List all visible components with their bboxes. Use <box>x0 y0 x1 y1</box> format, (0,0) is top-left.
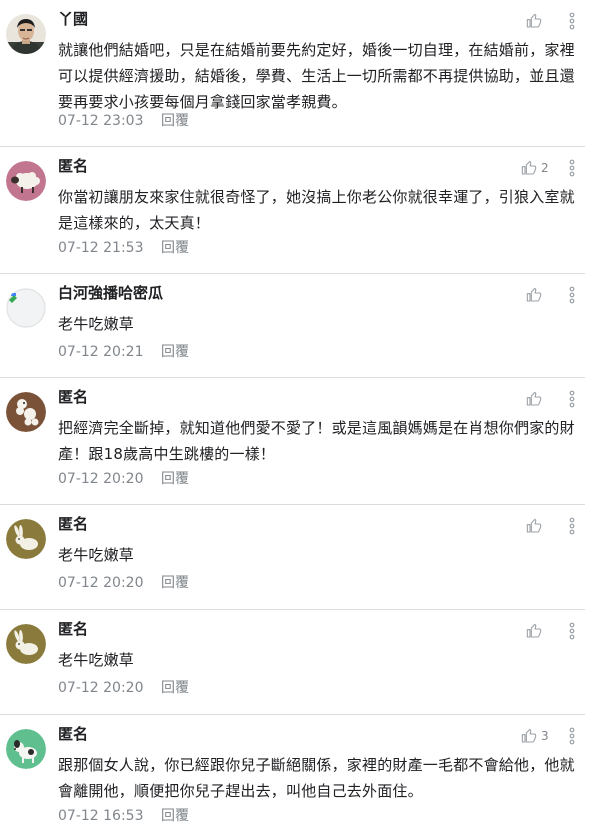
like-button[interactable] <box>526 517 546 535</box>
more-options-icon[interactable] <box>568 286 576 304</box>
thumbs-up-icon <box>521 728 537 743</box>
reply-button[interactable]: 回覆 <box>161 573 189 593</box>
like-button[interactable] <box>526 390 546 408</box>
poodle-avatar[interactable] <box>6 392 46 432</box>
comment-meta: 07-12 21:53 回覆 <box>58 238 189 258</box>
comment-author[interactable]: 白河強播哈密瓜 <box>58 283 163 303</box>
comment-item: 匿名 2 你當初讓朋友來家住就很奇怪了，她沒搞上你老公你就很幸運了，引狼入室就是… <box>0 147 585 274</box>
like-button[interactable] <box>526 622 546 640</box>
reply-button[interactable]: 回覆 <box>161 111 189 131</box>
comment-item: 丫國 就讓他們結婚吧，只是在結婚前要先約定好，婚後一切自理，在結婚前，家裡可以提… <box>0 0 585 147</box>
reply-button[interactable]: 回覆 <box>161 806 189 826</box>
comment-text: 老牛吃嫩草 <box>58 546 135 564</box>
thumbs-up-icon <box>526 518 542 533</box>
comment-text: 跟那個女人說，你已經跟你兒子斷絕關係，家裡的財產一毛都不會給他，他就會離開他，順… <box>58 756 575 800</box>
comment-meta: 07-12 23:03 回覆 <box>58 111 189 131</box>
like-button[interactable]: 2 <box>521 159 549 177</box>
like-count: 3 <box>541 729 549 743</box>
comment-item: 匿名 把經濟完全斷掉，就知道他們愛不愛了！或是這風韻媽媽是在肖想你們家的財產！跟… <box>0 378 585 505</box>
comment-meta: 07-12 16:53 回覆 <box>58 806 189 826</box>
reply-button[interactable]: 回覆 <box>161 238 189 258</box>
thumbs-up-icon <box>526 623 542 638</box>
comment-meta: 07-12 20:20 回覆 <box>58 678 189 698</box>
dog-avatar[interactable] <box>6 729 46 769</box>
rabbit-avatar[interactable] <box>6 624 46 664</box>
comment-meta: 07-12 20:21 回覆 <box>58 342 189 362</box>
comment-time: 07-12 20:21 <box>58 344 144 360</box>
person-photo-avatar[interactable] <box>6 14 46 54</box>
more-options-icon[interactable] <box>568 12 576 30</box>
comment-meta: 07-12 20:20 回覆 <box>58 573 189 593</box>
comment-text: 就讓他們結婚吧，只是在結婚前要先約定好，婚後一切自理，在結婚前，家裡可以提供經濟… <box>58 41 575 111</box>
comment-text: 把經濟完全斷掉，就知道他們愛不愛了！或是這風韻媽媽是在肖想你們家的財產！跟18歲… <box>58 419 575 463</box>
comment-item: 匿名 3 跟那個女人說，你已經跟你兒子斷絕關係，家裡的財產一毛都不會給他，他就會… <box>0 715 585 835</box>
thumbs-up-icon <box>526 13 542 28</box>
comment-meta: 07-12 20:20 回覆 <box>58 469 189 489</box>
comment-author[interactable]: 匿名 <box>58 156 88 176</box>
broken-image-avatar[interactable] <box>6 288 46 328</box>
reply-button[interactable]: 回覆 <box>161 342 189 362</box>
thumbs-up-icon <box>521 160 537 175</box>
comment-author[interactable]: 匿名 <box>58 514 88 534</box>
reply-button[interactable]: 回覆 <box>161 469 189 489</box>
comment-text: 你當初讓朋友來家住就很奇怪了，她沒搞上你老公你就很幸運了，引狼入室就是這樣來的，… <box>58 188 575 232</box>
comment-list: 丫國 就讓他們結婚吧，只是在結婚前要先約定好，婚後一切自理，在結婚前，家裡可以提… <box>0 0 593 835</box>
more-options-icon[interactable] <box>568 517 576 535</box>
thumbs-up-icon <box>526 287 542 302</box>
more-options-icon[interactable] <box>568 159 576 177</box>
more-options-icon[interactable] <box>568 622 576 640</box>
comment-time: 07-12 21:53 <box>58 240 144 256</box>
like-button[interactable]: 3 <box>521 727 549 745</box>
reply-button[interactable]: 回覆 <box>161 678 189 698</box>
comment-time: 07-12 16:53 <box>58 808 144 824</box>
comment-author[interactable]: 匿名 <box>58 724 88 744</box>
like-count: 2 <box>541 161 549 175</box>
comment-text: 老牛吃嫩草 <box>58 315 135 333</box>
more-options-icon[interactable] <box>568 390 576 408</box>
more-options-icon[interactable] <box>568 727 576 745</box>
like-button[interactable] <box>526 12 546 30</box>
rabbit-avatar[interactable] <box>6 519 46 559</box>
comment-text: 老牛吃嫩草 <box>58 651 135 669</box>
sheep-avatar[interactable] <box>6 161 46 201</box>
comment-item: 白河強播哈密瓜 老牛吃嫩草 07-12 20:21 回覆 <box>0 274 585 378</box>
thumbs-up-icon <box>526 391 542 406</box>
comment-author[interactable]: 丫國 <box>58 9 88 29</box>
comment-time: 07-12 20:20 <box>58 471 144 487</box>
comment-author[interactable]: 匿名 <box>58 619 88 639</box>
comment-item: 匿名 老牛吃嫩草 07-12 20:20 回覆 <box>0 610 585 715</box>
comment-time: 07-12 20:20 <box>58 575 144 591</box>
comment-time: 07-12 23:03 <box>58 113 144 129</box>
comment-time: 07-12 20:20 <box>58 680 144 696</box>
comment-item: 匿名 老牛吃嫩草 07-12 20:20 回覆 <box>0 505 585 610</box>
like-button[interactable] <box>526 286 546 304</box>
comment-author[interactable]: 匿名 <box>58 387 88 407</box>
